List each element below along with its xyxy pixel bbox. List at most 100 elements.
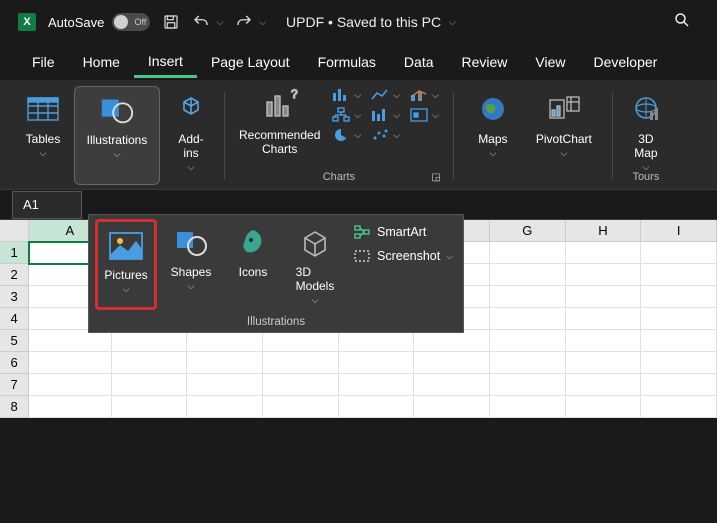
cell[interactable]	[187, 374, 263, 396]
row-header[interactable]: 3	[0, 286, 29, 308]
chevron-down-icon[interactable]: ⌵	[449, 17, 456, 28]
cell[interactable]	[490, 286, 566, 308]
cell[interactable]	[339, 330, 415, 352]
smartart-button[interactable]: SmartArt	[353, 223, 453, 241]
cell[interactable]	[29, 396, 111, 418]
combo-chart-button[interactable]: ⌵	[408, 86, 439, 104]
cell[interactable]	[641, 396, 717, 418]
cell[interactable]	[414, 352, 490, 374]
tab-review[interactable]: Review	[448, 48, 522, 76]
cell[interactable]	[566, 396, 642, 418]
line-chart-button[interactable]: ⌵	[369, 86, 400, 104]
chevron-down-icon[interactable]: ⌵	[216, 17, 223, 28]
icons-button[interactable]: Icons	[225, 219, 281, 310]
cell[interactable]	[566, 308, 642, 330]
tab-developer[interactable]: Developer	[580, 48, 672, 76]
cell[interactable]	[490, 396, 566, 418]
row-header[interactable]: 7	[0, 374, 29, 396]
row-header[interactable]: 4	[0, 308, 29, 330]
statistic-chart-button[interactable]: ⌵	[369, 106, 400, 124]
scatter-chart-button[interactable]: ⌵	[369, 126, 400, 144]
cell[interactable]	[339, 396, 415, 418]
cell[interactable]	[112, 396, 188, 418]
cell[interactable]	[29, 352, 111, 374]
select-all-corner[interactable]	[0, 220, 29, 242]
tab-data[interactable]: Data	[390, 48, 448, 76]
undo-button[interactable]: ⌵	[192, 13, 223, 31]
hierarchy-chart-button[interactable]: ⌵	[330, 106, 361, 124]
search-icon[interactable]	[673, 11, 691, 34]
cell[interactable]	[641, 242, 717, 264]
screenshot-button[interactable]: Screenshot ⌵	[353, 247, 453, 265]
pivotchart-button[interactable]: PivotChart ⌵	[530, 86, 598, 185]
cell[interactable]	[263, 352, 339, 374]
cell[interactable]	[29, 330, 111, 352]
cell[interactable]	[490, 242, 566, 264]
document-title[interactable]: UPDF • Saved to this PC ⌵	[286, 14, 456, 30]
addins-button[interactable]: Add- ins ⌵	[166, 86, 216, 185]
col-header-G[interactable]: G	[490, 220, 566, 242]
cell[interactable]	[187, 352, 263, 374]
cell[interactable]	[490, 330, 566, 352]
cell[interactable]	[490, 352, 566, 374]
cell[interactable]	[112, 352, 188, 374]
cell[interactable]	[29, 374, 111, 396]
cell[interactable]	[641, 330, 717, 352]
cell[interactable]	[566, 330, 642, 352]
shapes-button[interactable]: Shapes ⌵	[163, 219, 219, 310]
cell[interactable]	[566, 242, 642, 264]
row-header[interactable]: 1	[0, 242, 29, 264]
col-header-H[interactable]: H	[566, 220, 642, 242]
cell[interactable]	[187, 330, 263, 352]
cell[interactable]	[263, 374, 339, 396]
cell[interactable]	[641, 286, 717, 308]
column-chart-button[interactable]: ⌵	[330, 86, 361, 104]
save-icon[interactable]	[162, 13, 180, 31]
cell[interactable]	[263, 396, 339, 418]
cell[interactable]	[566, 374, 642, 396]
row-header[interactable]: 2	[0, 264, 29, 286]
autosave-toggle[interactable]: Off	[112, 13, 150, 31]
cell[interactable]	[414, 374, 490, 396]
cell[interactable]	[112, 374, 188, 396]
cell[interactable]	[490, 374, 566, 396]
3d-models-button[interactable]: 3D Models ⌵	[287, 219, 343, 310]
redo-button[interactable]: ⌵	[235, 13, 266, 31]
tab-file[interactable]: File	[18, 48, 69, 76]
cell[interactable]	[641, 374, 717, 396]
cell[interactable]	[641, 264, 717, 286]
charts-dialog-launcher[interactable]: ◲	[431, 172, 440, 183]
name-box[interactable]: A1	[12, 191, 82, 219]
recommended-charts-button[interactable]: ? Recommended Charts	[239, 86, 320, 156]
tab-page-layout[interactable]: Page Layout	[197, 48, 304, 76]
cell[interactable]	[339, 374, 415, 396]
cell[interactable]	[263, 330, 339, 352]
cell[interactable]	[566, 264, 642, 286]
tab-view[interactable]: View	[521, 48, 579, 76]
col-header-I[interactable]: I	[641, 220, 717, 242]
cell[interactable]	[187, 396, 263, 418]
tables-button[interactable]: Tables ⌵	[18, 86, 68, 185]
cell[interactable]	[414, 330, 490, 352]
maps-button[interactable]: Maps ⌵	[468, 86, 518, 185]
cell[interactable]	[566, 352, 642, 374]
cell[interactable]	[641, 308, 717, 330]
pie-chart-button[interactable]: ⌵	[330, 126, 361, 144]
illustrations-button[interactable]: Illustrations ⌵	[74, 86, 160, 185]
cell[interactable]	[112, 330, 188, 352]
tab-home[interactable]: Home	[69, 48, 134, 76]
map-chart-button[interactable]: ⌵	[408, 106, 439, 124]
pictures-button[interactable]: Pictures ⌵	[95, 219, 157, 310]
tab-insert[interactable]: Insert	[134, 47, 197, 78]
cell[interactable]	[566, 286, 642, 308]
3d-map-button[interactable]: 3D Map ⌵	[621, 86, 671, 173]
tab-formulas[interactable]: Formulas	[304, 48, 390, 76]
cell[interactable]	[490, 308, 566, 330]
cell[interactable]	[339, 352, 415, 374]
row-header[interactable]: 5	[0, 330, 29, 352]
chevron-down-icon[interactable]: ⌵	[259, 17, 266, 28]
row-header[interactable]: 6	[0, 352, 29, 374]
row-header[interactable]: 8	[0, 396, 29, 418]
cell[interactable]	[490, 264, 566, 286]
cell[interactable]	[414, 396, 490, 418]
